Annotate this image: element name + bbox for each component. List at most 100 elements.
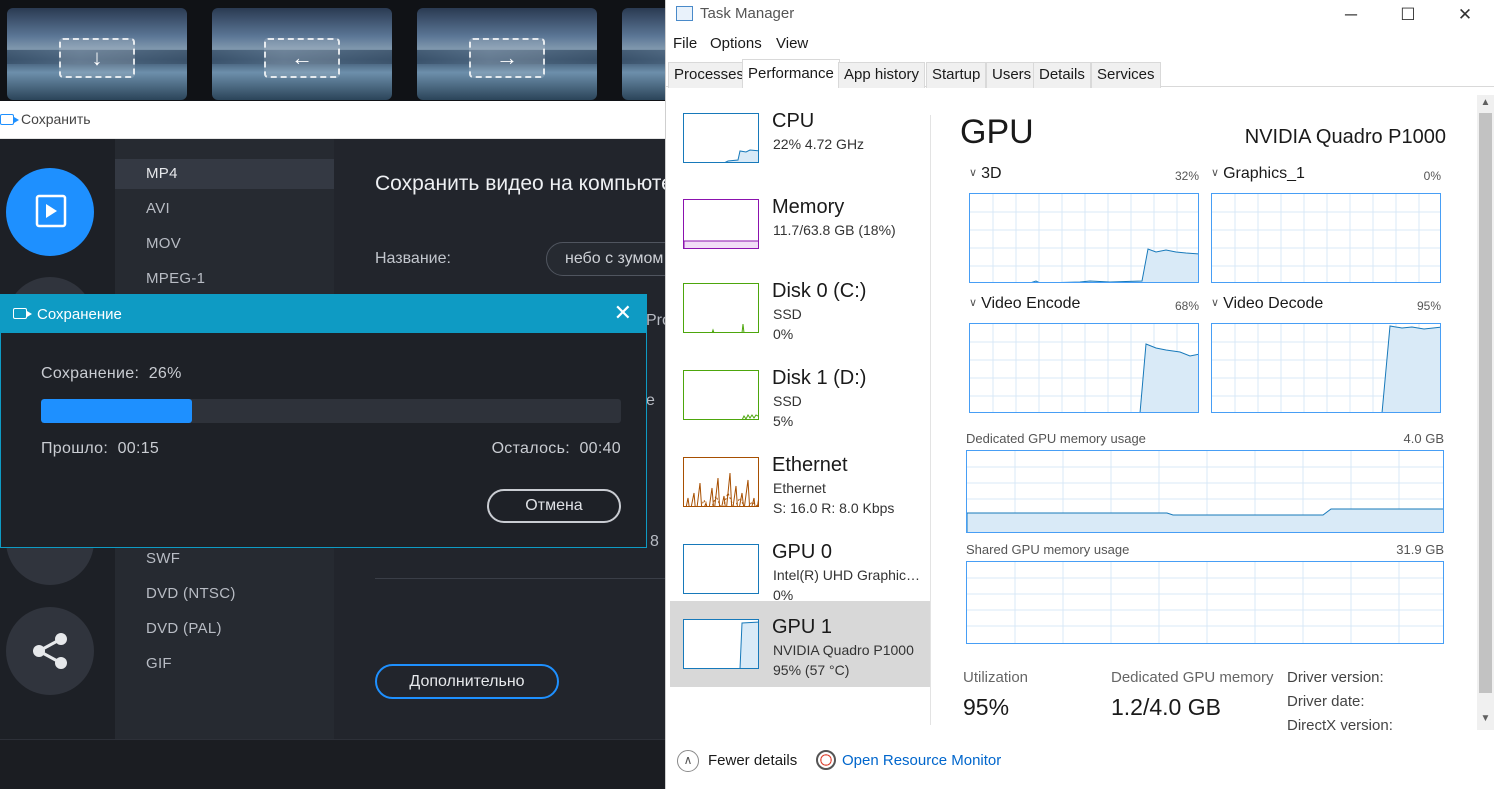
engine-selector-video-encode[interactable]: ∨ Video Encode	[969, 295, 1080, 313]
transition-thumbnail-partial[interactable]	[622, 8, 665, 100]
close-icon[interactable]: ✕	[614, 301, 632, 325]
chevron-up-icon[interactable]: ∧	[677, 750, 699, 772]
play-file-icon	[35, 194, 67, 228]
tab-details[interactable]: Details	[1033, 62, 1091, 88]
disk1-mini-graph	[683, 370, 759, 420]
dedicated-memory-max: 4.0 GB	[1403, 431, 1444, 446]
minimize-icon[interactable]: ─	[1328, 2, 1374, 28]
progress-bar	[41, 399, 621, 423]
gpu-model-name: NVIDIA Quadro P1000	[1244, 126, 1446, 148]
scroll-up-icon[interactable]: ▲	[1477, 97, 1494, 108]
scrollbar-thumb[interactable]	[1479, 113, 1492, 693]
clip-thumbnail-strip: ↓ ← →	[0, 0, 665, 101]
engine-percent: 32%	[1174, 169, 1199, 183]
engine-percent: 68%	[1174, 299, 1199, 313]
file-name-input[interactable]: небо с зумом	[546, 242, 665, 276]
engine-name: Video Decode	[1223, 295, 1324, 312]
driver-version-label: Driver version:	[1287, 669, 1384, 686]
dedicated-memory-caption: Dedicated GPU memory usage	[966, 431, 1146, 446]
format-item-swf[interactable]: SWF	[115, 544, 334, 574]
cancel-button[interactable]: Отмена	[487, 489, 621, 523]
dedicated-memory-value: 1.2/4.0 GB	[1111, 694, 1221, 720]
menu-view[interactable]: View	[776, 35, 808, 52]
engine-selector-3d[interactable]: ∨ 3D	[969, 165, 1002, 183]
format-item-avi[interactable]: AVI	[115, 194, 334, 224]
resource-detail: 11.7/63.8 GB (18%)	[773, 222, 896, 238]
engine-name: Graphics_1	[1223, 165, 1305, 182]
transition-thumbnail-down[interactable]: ↓	[7, 8, 187, 100]
chevron-down-icon: ∨	[969, 297, 978, 309]
format-item-mov[interactable]: MOV	[115, 229, 334, 259]
fewer-details-button[interactable]: Fewer details	[708, 752, 797, 769]
window-title: Task Manager	[700, 5, 795, 22]
partial-text-eight: 8	[650, 533, 659, 550]
saving-label: Сохранение:	[41, 365, 140, 382]
remaining-label: Осталось:	[491, 440, 570, 457]
close-icon[interactable]: ✕	[1442, 2, 1488, 28]
format-item-mp4[interactable]: MP4	[115, 159, 334, 189]
memory-mini-graph	[683, 199, 759, 249]
tab-users[interactable]: Users	[986, 62, 1038, 88]
engine-percent: 0%	[1423, 169, 1441, 183]
resource-detail: Intel(R) UHD Graphics 630	[773, 567, 925, 583]
resource-detail: NVIDIA Quadro P1000	[773, 642, 914, 658]
menu-bar: File Options View	[666, 30, 1494, 56]
tab-services[interactable]: Services	[1091, 62, 1161, 88]
tab-startup[interactable]: Startup	[926, 62, 987, 88]
open-resource-monitor-link[interactable]: Open Resource Monitor	[842, 752, 1001, 769]
resource-gpu0[interactable]: GPU 0 Intel(R) UHD Graphics 630 0%	[670, 526, 930, 612]
scroll-down-icon[interactable]: ▼	[1477, 713, 1494, 724]
saving-percent: 26%	[148, 365, 182, 382]
format-item-gif[interactable]: GIF	[115, 649, 334, 679]
engine-graph-graphics1	[1211, 193, 1441, 283]
shared-memory-max: 31.9 GB	[1396, 542, 1444, 557]
scrollbar[interactable]: ▲ ▼	[1477, 95, 1494, 730]
resource-monitor-icon[interactable]	[816, 750, 836, 770]
engine-selector-video-decode[interactable]: ∨ Video Decode	[1211, 295, 1323, 313]
tab-performance[interactable]: Performance	[742, 59, 840, 88]
tab-bar: Processes Performance App history Startu…	[666, 59, 1494, 88]
advanced-button[interactable]: Дополнительно	[375, 664, 559, 699]
resource-detail-2: 0%	[773, 326, 794, 342]
save-heading: Сохранить видео на компьютер	[375, 172, 665, 195]
maximize-icon[interactable]: ☐	[1385, 2, 1431, 28]
tab-app-history[interactable]: App history	[838, 62, 926, 88]
arrow-down-icon: ↓	[59, 38, 135, 78]
transition-thumbnail-right[interactable]: →	[417, 8, 597, 100]
engine-graph-video-encode	[969, 323, 1199, 413]
resource-name: CPU	[772, 110, 815, 132]
share-button[interactable]	[6, 607, 94, 695]
tab-processes[interactable]: Processes	[668, 62, 751, 88]
resource-gpu1[interactable]: GPU 1 NVIDIA Quadro P1000 95% (57 °C)	[670, 601, 930, 687]
menu-file[interactable]: File	[673, 35, 697, 52]
format-item-dvd-pal[interactable]: DVD (PAL)	[115, 614, 334, 644]
resource-disk1[interactable]: Disk 1 (D:) SSD 5%	[670, 352, 930, 438]
resource-detail: 22% 4.72 GHz	[773, 136, 865, 152]
resource-name: GPU 1	[772, 616, 833, 638]
save-window-titlebar: Сохранить	[0, 101, 665, 139]
arrow-right-icon: →	[469, 38, 545, 78]
resource-cpu[interactable]: CPU 22% 4.72 GHz	[670, 95, 930, 181]
resource-list: CPU 22% 4.72 GHz Memory 11.7/63.8 GB (18…	[666, 95, 931, 745]
menu-options[interactable]: Options	[710, 35, 762, 52]
chevron-down-icon: ∨	[1211, 297, 1220, 309]
utilization-value: 95%	[963, 694, 1010, 720]
resource-ethernet[interactable]: Ethernet Ethernet S: 16.0 R: 8.0 Kbps	[670, 439, 930, 525]
cpu-mini-graph	[683, 113, 759, 163]
format-item-dvd-ntsc[interactable]: DVD (NTSC)	[115, 579, 334, 609]
resource-name: Ethernet	[772, 454, 848, 476]
resource-disk0[interactable]: Disk 0 (C:) SSD 0%	[670, 265, 930, 351]
engine-selector-graphics1[interactable]: ∨ Graphics_1	[1211, 165, 1305, 183]
engine-percent: 95%	[1416, 299, 1441, 313]
transition-thumbnail-left[interactable]: ←	[212, 8, 392, 100]
format-item-mpeg1[interactable]: MPEG-1	[115, 264, 334, 294]
progress-dialog-title: Сохранение	[37, 306, 122, 323]
gpu-detail-pane: GPU NVIDIA Quadro P1000 ∨ 3D 32% ∨ Graphic…	[931, 95, 1476, 745]
page-title: GPU	[960, 113, 1034, 151]
resource-memory[interactable]: Memory 11.7/63.8 GB (18%)	[670, 181, 930, 267]
export-video-button[interactable]	[6, 168, 94, 256]
task-manager-app-icon	[676, 6, 693, 21]
partial-text-e: е	[646, 392, 655, 409]
resource-name: Disk 1 (D:)	[772, 367, 867, 389]
progress-bar-fill	[41, 399, 192, 423]
